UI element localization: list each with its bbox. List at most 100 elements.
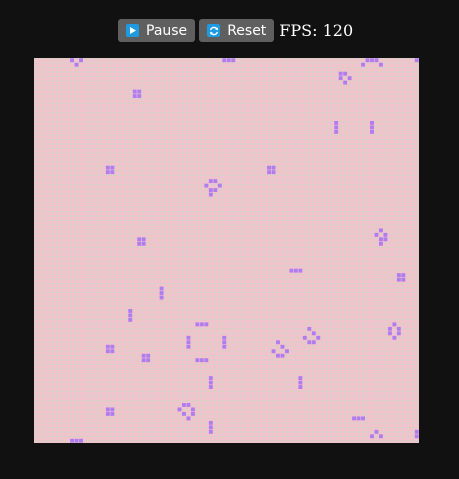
live-cell (132, 94, 137, 98)
live-cell (186, 340, 191, 345)
live-cell (267, 165, 271, 170)
live-cell (396, 331, 401, 336)
live-cell (74, 438, 79, 443)
live-cell (361, 416, 365, 421)
live-cell (182, 411, 186, 416)
live-cell (276, 353, 280, 358)
live-cell (79, 58, 83, 63)
live-cell (105, 349, 110, 354)
reset-button[interactable]: Reset (199, 19, 275, 42)
live-cell (105, 411, 110, 416)
refresh-icon (207, 24, 221, 37)
live-cell (137, 94, 142, 98)
fps-counter: FPS: 120 (279, 21, 354, 40)
live-cell (222, 340, 227, 345)
live-cell (307, 326, 312, 331)
live-cell (110, 344, 115, 349)
live-cell (231, 58, 236, 63)
live-cell (361, 62, 365, 67)
live-cell (74, 62, 79, 67)
live-cell (387, 331, 392, 336)
live-cell (379, 62, 383, 67)
live-cell (110, 349, 115, 354)
live-cell (208, 429, 213, 434)
live-cell (374, 58, 379, 63)
live-cell (222, 344, 227, 349)
live-cell (285, 349, 289, 354)
live-cell (128, 317, 133, 322)
live-cell (370, 434, 374, 439)
live-cell (137, 241, 142, 246)
live-cell (141, 353, 146, 358)
live-cell (105, 165, 110, 170)
live-cell (105, 344, 110, 349)
live-cell (379, 228, 383, 233)
live-cell (159, 291, 164, 295)
live-cell (195, 358, 200, 363)
live-cell (392, 335, 397, 340)
live-cell (195, 322, 200, 327)
live-cell (401, 277, 406, 282)
live-cell (110, 407, 115, 412)
live-cell (280, 344, 285, 349)
live-cell (208, 179, 213, 184)
live-cell (70, 438, 74, 443)
live-cell (311, 340, 316, 345)
live-cell (141, 358, 146, 363)
live-cell (289, 268, 294, 273)
live-cell (370, 129, 374, 134)
live-cell (70, 58, 74, 63)
live-cells-layer (70, 58, 419, 443)
live-cell (222, 335, 227, 340)
live-cell (208, 420, 213, 425)
live-cell (414, 429, 419, 434)
live-cell (271, 170, 276, 175)
live-cell (159, 286, 164, 291)
live-cell (204, 183, 209, 188)
live-cell (298, 268, 303, 273)
live-cell (132, 89, 137, 94)
live-cell (338, 71, 343, 76)
live-cell (105, 407, 110, 412)
live-cell (343, 71, 348, 76)
live-cell (217, 183, 222, 188)
live-cell (190, 407, 195, 412)
game-board[interactable] (34, 58, 419, 443)
live-cell (177, 407, 182, 412)
live-cell (401, 273, 406, 278)
live-cell (110, 411, 115, 416)
live-cell (352, 416, 357, 421)
live-cell (298, 376, 303, 381)
live-cell (396, 277, 401, 282)
live-cell (128, 313, 133, 318)
live-cell (186, 403, 191, 407)
live-cell (383, 237, 388, 242)
live-cell (311, 331, 316, 336)
live-cell (307, 340, 312, 345)
live-cell (146, 358, 151, 363)
live-cell (383, 232, 388, 237)
live-cell (370, 58, 374, 63)
live-cell (213, 188, 218, 193)
live-cell (302, 335, 307, 340)
live-cell (374, 232, 379, 237)
live-cell (79, 438, 83, 443)
live-cell (208, 425, 213, 430)
live-cell (370, 125, 374, 130)
live-cell (204, 358, 209, 363)
live-cell (190, 411, 195, 416)
live-cell (343, 80, 348, 85)
live-cell (365, 58, 370, 63)
live-cell (271, 349, 276, 354)
live-cell (186, 335, 191, 340)
live-cell (298, 380, 303, 385)
live-cell (347, 76, 352, 81)
pause-button[interactable]: Pause (118, 19, 196, 42)
live-cell (280, 353, 285, 358)
live-cell (208, 192, 213, 197)
live-cell (338, 76, 343, 81)
game-page: Pause Reset FPS: 120 (0, 0, 459, 479)
live-cell (379, 241, 383, 246)
live-cell (213, 179, 218, 184)
live-cell (137, 237, 142, 242)
